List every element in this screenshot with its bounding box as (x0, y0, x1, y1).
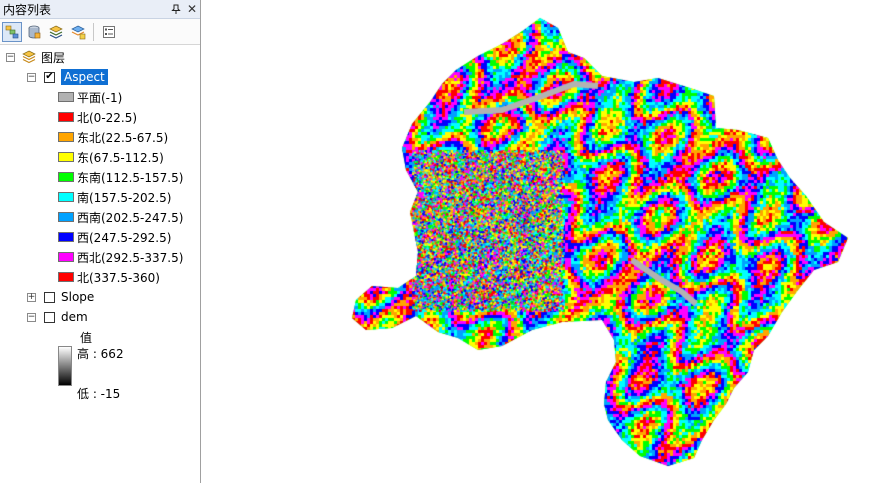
legend-class-label: 东南(112.5-157.5) (77, 170, 184, 185)
pin-icon[interactable] (168, 1, 184, 17)
legend-class-label: 北(0-22.5) (77, 110, 138, 125)
layer-row-aspect[interactable]: − ✔ Aspect (27, 68, 108, 86)
legend-swatch[interactable] (58, 212, 74, 222)
expand-icon[interactable]: + (27, 292, 36, 302)
panel-title: 内容列表 (3, 2, 52, 17)
legend-swatch[interactable] (58, 172, 74, 182)
legend-class-row[interactable]: 东北(22.5-67.5) (58, 128, 168, 146)
collapse-icon[interactable]: − (6, 52, 15, 62)
list-by-source-button[interactable] (24, 22, 44, 42)
legend-class-row[interactable]: 西(247.5-292.5) (58, 228, 171, 246)
layer-visibility-checkbox-slope[interactable] (44, 291, 55, 303)
aspect-raster (202, 0, 874, 483)
map-view[interactable] (202, 0, 874, 483)
layers-root-label: 图层 (41, 50, 66, 65)
dem-legend-high-text: 高 : 662 (77, 346, 124, 361)
dem-color-ramp (58, 346, 72, 386)
legend-class-row[interactable]: 南(157.5-202.5) (58, 188, 171, 206)
legend-class-row[interactable]: 东(67.5-112.5) (58, 148, 164, 166)
visibility-icon (49, 25, 63, 39)
layers-root-row[interactable]: − 图层 (6, 48, 65, 66)
layer-visibility-checkbox-aspect[interactable]: ✔ (44, 71, 55, 83)
collapse-icon[interactable]: − (27, 312, 36, 322)
legend-swatch[interactable] (58, 252, 74, 262)
legend-class-row[interactable]: 西南(202.5-247.5) (58, 208, 183, 226)
legend-swatch[interactable] (58, 192, 74, 202)
options-button[interactable] (99, 22, 119, 42)
dem-legend-title-text: 值 (80, 330, 93, 345)
dem-legend-low-text: 低 : -15 (77, 386, 121, 401)
legend-class-label: 平面(-1) (77, 90, 123, 105)
options-icon (103, 25, 115, 38)
dem-legend-high: 高 : 662 (77, 344, 124, 362)
collapse-icon[interactable]: − (27, 72, 36, 82)
legend-swatch[interactable] (58, 272, 74, 282)
table-of-contents-panel: 内容列表 ✕ − 图层 − ✔ Aspect 平面(-1) 北(0-22.5) … (0, 0, 201, 483)
close-icon[interactable]: ✕ (184, 1, 200, 17)
legend-class-label: 西南(202.5-247.5) (77, 210, 184, 225)
layers-icon (22, 50, 36, 64)
panel-title-bar: 内容列表 ✕ (0, 0, 200, 19)
dem-legend-low: 低 : -15 (77, 384, 120, 402)
legend-class-label: 北(337.5-360) (77, 270, 160, 285)
drawing-order-icon (5, 25, 19, 38)
legend-class-label: 南(157.5-202.5) (77, 190, 172, 205)
layer-row-dem[interactable]: − dem (27, 308, 88, 326)
toc-toolbar (0, 19, 200, 45)
legend-class-label: 西(247.5-292.5) (77, 230, 172, 245)
source-icon (28, 25, 41, 38)
legend-class-row[interactable]: 东南(112.5-157.5) (58, 168, 183, 186)
layer-row-slope[interactable]: + Slope (27, 288, 94, 306)
legend-swatch[interactable] (58, 112, 74, 122)
legend-class-label: 东北(22.5-67.5) (77, 130, 169, 145)
legend-swatch[interactable] (58, 232, 74, 242)
legend-class-row[interactable]: 西北(292.5-337.5) (58, 248, 183, 266)
legend-class-row[interactable]: 平面(-1) (58, 88, 122, 106)
legend-class-row[interactable]: 北(0-22.5) (58, 108, 137, 126)
legend-class-label: 西北(292.5-337.5) (77, 250, 184, 265)
layer-name-dem[interactable]: dem (61, 310, 88, 324)
legend-swatch[interactable] (58, 92, 74, 102)
list-by-drawing-order-button[interactable] (2, 21, 22, 42)
selection-icon (71, 25, 86, 39)
layer-name-slope[interactable]: Slope (61, 290, 94, 304)
layer-name-aspect[interactable]: Aspect (61, 69, 108, 85)
legend-class-row[interactable]: 北(337.5-360) (58, 268, 160, 286)
list-by-visibility-button[interactable] (46, 22, 66, 42)
legend-swatch[interactable] (58, 152, 74, 162)
list-by-selection-button[interactable] (68, 22, 88, 42)
toolbar-separator (93, 22, 94, 41)
legend-class-label: 东(67.5-112.5) (77, 150, 164, 165)
legend-swatch[interactable] (58, 132, 74, 142)
layer-visibility-checkbox-dem[interactable] (44, 311, 55, 323)
